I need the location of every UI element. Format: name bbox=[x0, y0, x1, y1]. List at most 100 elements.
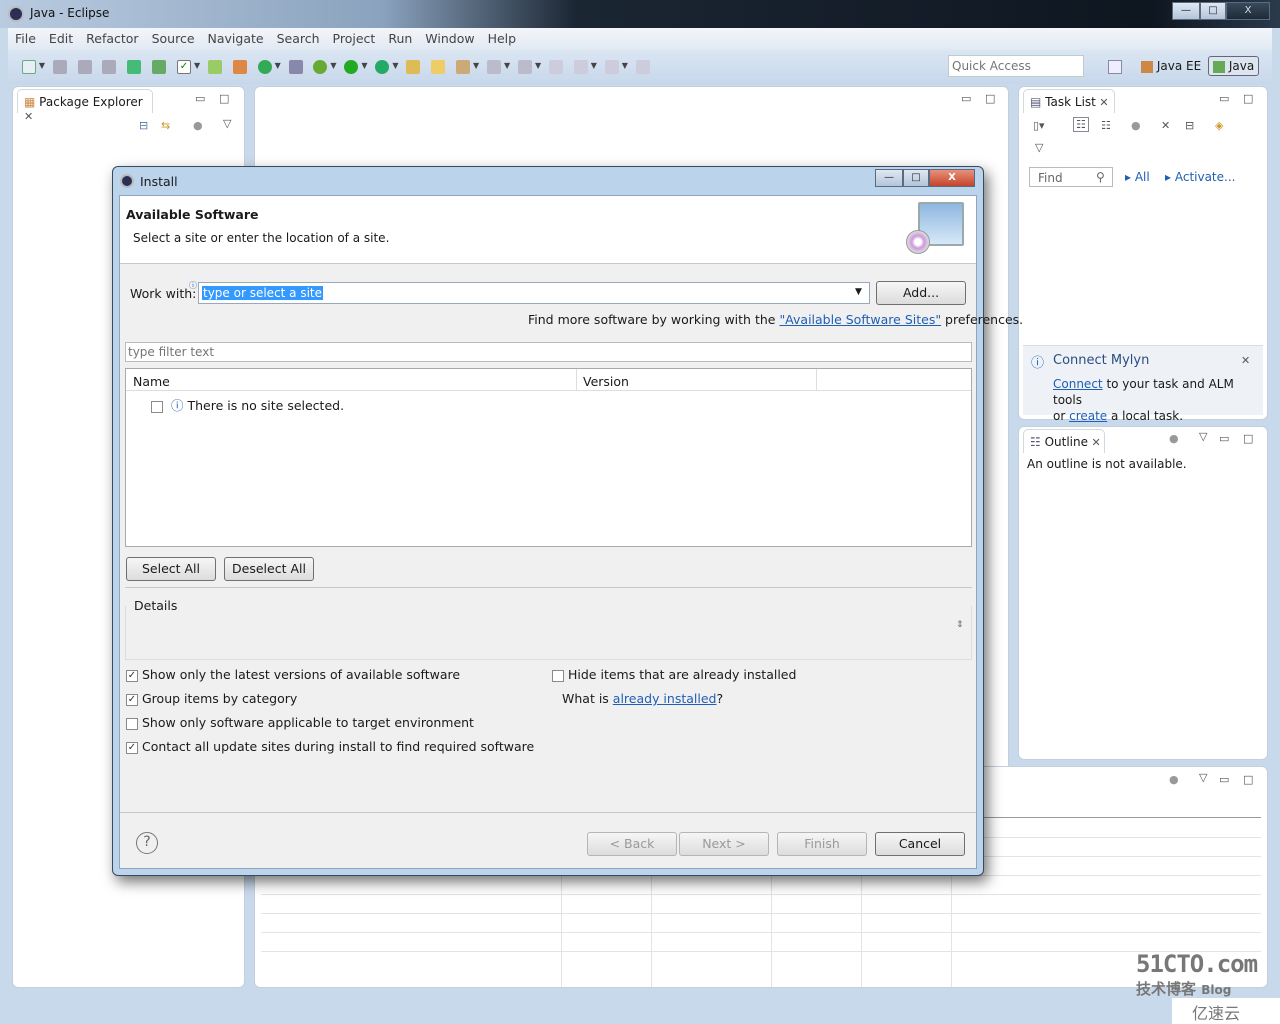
scheduled-icon[interactable]: ☷ bbox=[1101, 119, 1111, 132]
column-name[interactable]: Name bbox=[133, 374, 170, 389]
last-edit-icon[interactable] bbox=[548, 60, 563, 74]
forward-icon[interactable] bbox=[604, 60, 619, 74]
link-with-editor-icon[interactable]: ⇆ bbox=[161, 119, 170, 132]
collapse-all-icon[interactable]: ⊟ bbox=[139, 119, 148, 132]
new-class-icon[interactable] bbox=[257, 60, 272, 74]
dialog-minimize-button[interactable]: — bbox=[875, 169, 903, 187]
focus-icon[interactable]: ● bbox=[1169, 773, 1179, 786]
all-link[interactable]: ▸ All bbox=[1125, 170, 1150, 184]
chevron-down-icon[interactable]: ▼ bbox=[855, 287, 862, 297]
cancel-button[interactable]: Cancel bbox=[875, 832, 965, 856]
help-icon[interactable]: ? bbox=[136, 832, 158, 854]
find-input[interactable]: Find ⚲ bbox=[1029, 167, 1113, 187]
open-folder-icon[interactable] bbox=[431, 60, 446, 74]
select-all-button[interactable]: Select All bbox=[126, 557, 216, 581]
row-checkbox[interactable] bbox=[151, 400, 163, 413]
prev-annotation-icon[interactable] bbox=[517, 60, 532, 74]
new-task-icon[interactable]: ▯▾ bbox=[1033, 119, 1045, 132]
close-tab-icon[interactable]: ✕ bbox=[24, 110, 33, 123]
deselect-all-button[interactable]: Deselect All bbox=[224, 557, 314, 581]
menu-search[interactable]: Search bbox=[270, 28, 326, 46]
maximize-view-icon[interactable]: □ bbox=[1243, 773, 1253, 786]
back-icon[interactable] bbox=[573, 60, 588, 74]
work-with-combo[interactable]: type or select a site ▼ bbox=[198, 282, 870, 304]
skip-breakpoints-icon[interactable] bbox=[288, 60, 303, 74]
already-installed-link[interactable]: already installed bbox=[613, 691, 717, 706]
maximize-view-icon[interactable]: □ bbox=[219, 92, 229, 105]
activate-link[interactable]: ▸ Activate... bbox=[1165, 170, 1235, 184]
open-perspective-icon[interactable] bbox=[1108, 60, 1122, 74]
external-tools-icon[interactable] bbox=[375, 60, 390, 74]
connect-link[interactable]: Connect bbox=[1053, 377, 1103, 391]
details-scroll-icon[interactable]: ⇕ bbox=[956, 620, 964, 630]
perspective-java-ee[interactable]: Java EE bbox=[1138, 57, 1204, 75]
focus-icon[interactable]: ● bbox=[1131, 119, 1141, 132]
print-icon[interactable] bbox=[102, 60, 117, 74]
option-target-environment[interactable]: Show only software applicable to target … bbox=[126, 715, 474, 730]
menu-refactor[interactable]: Refactor bbox=[79, 28, 144, 46]
open-type-icon[interactable] bbox=[406, 60, 421, 74]
minimize-view-icon[interactable]: ▭ bbox=[1219, 432, 1229, 445]
maximize-button[interactable]: □ bbox=[1200, 2, 1226, 20]
save-icon[interactable] bbox=[52, 60, 67, 74]
menu-edit[interactable]: Edit bbox=[42, 28, 79, 46]
collapse-icon[interactable]: ✕ bbox=[1161, 119, 1170, 132]
finish-button[interactable]: Finish bbox=[777, 832, 867, 856]
view-menu-icon[interactable]: ▽ bbox=[1035, 141, 1043, 154]
minimize-button[interactable]: — bbox=[1172, 2, 1200, 20]
focus-task-icon[interactable]: ● bbox=[193, 119, 203, 132]
quick-access-input[interactable] bbox=[948, 55, 1084, 77]
create-link[interactable]: create bbox=[1069, 409, 1107, 423]
close-button[interactable]: X bbox=[1226, 2, 1270, 20]
option-latest-versions[interactable]: ✓ Show only the latest versions of availa… bbox=[126, 667, 460, 682]
categorized-icon[interactable]: ☷ bbox=[1073, 117, 1089, 132]
tab-task-list[interactable]: ▤ Task List ✕ bbox=[1023, 89, 1115, 113]
sync-icon[interactable]: ◈ bbox=[1215, 119, 1223, 132]
table-row[interactable]: ⓘ There is no site selected. bbox=[151, 395, 344, 414]
maximize-view-icon[interactable]: □ bbox=[1243, 432, 1253, 445]
close-mylyn-icon[interactable]: ✕ bbox=[1241, 354, 1250, 367]
close-tab-icon[interactable]: ✕ bbox=[1096, 96, 1108, 109]
column-version[interactable]: Version bbox=[583, 374, 629, 389]
new-package-icon[interactable] bbox=[232, 60, 247, 74]
minimize-view-icon[interactable]: ▭ bbox=[195, 92, 205, 105]
maximize-editor-icon[interactable]: □ bbox=[985, 92, 995, 105]
back-button[interactable]: < Back bbox=[587, 832, 677, 856]
menu-navigate[interactable]: Navigate bbox=[201, 28, 270, 46]
hide-icon[interactable]: ⊟ bbox=[1185, 119, 1194, 132]
menu-source[interactable]: Source bbox=[145, 28, 201, 46]
next-button[interactable]: Next > bbox=[679, 832, 769, 856]
pin-editor-icon[interactable] bbox=[635, 60, 650, 74]
android-sdk-icon[interactable] bbox=[127, 60, 142, 74]
perspective-java[interactable]: Java bbox=[1208, 56, 1260, 76]
option-hide-installed[interactable]: Hide items that are already installed bbox=[552, 667, 796, 682]
menu-file[interactable]: File bbox=[8, 28, 42, 46]
option-contact-all-sites[interactable]: ✓ Contact all update sites during install… bbox=[126, 739, 534, 754]
checkbox-task-icon[interactable]: ✓ bbox=[176, 60, 191, 74]
run-icon[interactable] bbox=[344, 60, 359, 74]
debug-icon[interactable] bbox=[313, 60, 328, 74]
tab-outline[interactable]: ☷ Outline ✕ bbox=[1023, 429, 1105, 453]
menu-window[interactable]: Window bbox=[418, 28, 480, 46]
view-menu-icon[interactable]: ▽ bbox=[1199, 430, 1207, 443]
minimize-view-icon[interactable]: ▭ bbox=[1219, 773, 1229, 786]
focus-icon[interactable]: ● bbox=[1169, 432, 1179, 445]
view-menu-icon[interactable]: ▽ bbox=[223, 117, 231, 130]
minimize-view-icon[interactable]: ▭ bbox=[1219, 92, 1229, 105]
search-pencil-icon[interactable] bbox=[456, 60, 471, 74]
option-group-by-category[interactable]: ✓ Group items by category bbox=[126, 691, 297, 706]
dialog-close-button[interactable]: X bbox=[929, 169, 975, 187]
next-annotation-icon[interactable] bbox=[487, 60, 501, 74]
add-button[interactable]: Add... bbox=[876, 281, 966, 305]
menu-help[interactable]: Help bbox=[481, 28, 523, 46]
dialog-maximize-button[interactable]: □ bbox=[903, 169, 929, 187]
tab-package-explorer[interactable]: ▦ Package Explorer ✕ bbox=[17, 89, 153, 123]
maximize-view-icon[interactable]: □ bbox=[1243, 92, 1253, 105]
filter-input[interactable] bbox=[125, 342, 972, 362]
new-android-project-icon[interactable] bbox=[207, 60, 222, 74]
save-all-icon[interactable] bbox=[77, 60, 92, 74]
new-icon[interactable] bbox=[21, 60, 36, 74]
available-software-sites-link[interactable]: "Available Software Sites" bbox=[779, 312, 941, 327]
menu-run[interactable]: Run bbox=[381, 28, 418, 46]
android-avd-icon[interactable] bbox=[152, 60, 167, 74]
